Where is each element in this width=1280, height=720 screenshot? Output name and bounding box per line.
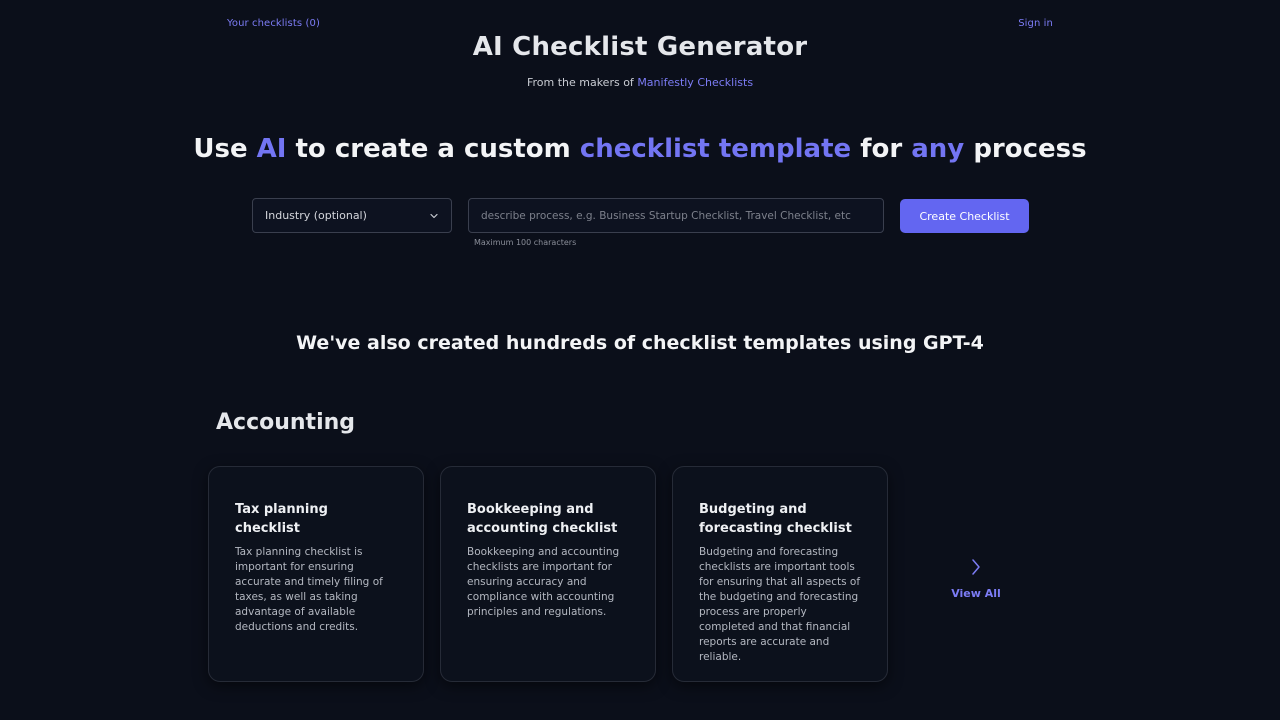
card-description: Bookkeeping and accounting checklists ar… bbox=[467, 546, 620, 618]
brand-subtitle: From the makers of Manifestly Checklists bbox=[0, 76, 1280, 89]
card-title: Tax planning checklist bbox=[235, 502, 328, 536]
hero-text-1: Use bbox=[193, 134, 257, 164]
chevron-right-icon bbox=[972, 559, 980, 575]
hero-text-3: for bbox=[851, 134, 912, 164]
template-card-bookkeeping[interactable]: Bookkeeping and accounting checklist Boo… bbox=[440, 466, 656, 682]
card-title: Bookkeeping and accounting checklist bbox=[467, 502, 618, 536]
your-checklists-link[interactable]: Your checklists (0) bbox=[227, 18, 320, 29]
page-title: AI Checklist Generator bbox=[472, 32, 808, 62]
template-card-budgeting[interactable]: Budgeting and forecasting checklist Budg… bbox=[672, 466, 888, 682]
view-all-link[interactable]: View All bbox=[946, 556, 1006, 601]
sign-in-link[interactable]: Sign in bbox=[1018, 18, 1053, 29]
hero-accent-any: any bbox=[911, 134, 965, 164]
view-all-label: View All bbox=[951, 587, 1001, 600]
top-nav: Your checklists (0) Sign in bbox=[227, 18, 1053, 32]
category-title: Accounting bbox=[216, 410, 356, 435]
industry-select-value: Industry (optional) bbox=[265, 209, 367, 222]
card-title: Budgeting and forecasting checklist bbox=[699, 502, 852, 536]
subtitle-prefix: From the makers of bbox=[526, 76, 638, 89]
card-description: Budgeting and forecasting checklists are… bbox=[699, 546, 861, 663]
create-checklist-button[interactable]: Create Checklist bbox=[900, 199, 1029, 233]
hero-text-4: process bbox=[964, 134, 1087, 164]
chevron-down-icon bbox=[430, 213, 438, 218]
hero-accent-ai: AI bbox=[256, 134, 287, 164]
templates-heading: We've also created hundreds of checklist… bbox=[296, 332, 984, 354]
card-description: Tax planning checklist is important for … bbox=[235, 546, 383, 633]
hero-headline: Use AI to create a custom checklist temp… bbox=[0, 134, 1280, 164]
industry-select[interactable]: Industry (optional) bbox=[252, 198, 452, 233]
character-limit-hint: Maximum 100 characters bbox=[474, 238, 577, 247]
hero-text-2: to create a custom bbox=[286, 134, 580, 164]
hero-accent-template: checklist template bbox=[579, 134, 852, 164]
manifestly-link[interactable]: Manifestly Checklists bbox=[637, 76, 753, 89]
process-input[interactable] bbox=[468, 198, 884, 233]
template-card-tax-planning[interactable]: Tax planning checklist Tax planning chec… bbox=[208, 466, 424, 682]
